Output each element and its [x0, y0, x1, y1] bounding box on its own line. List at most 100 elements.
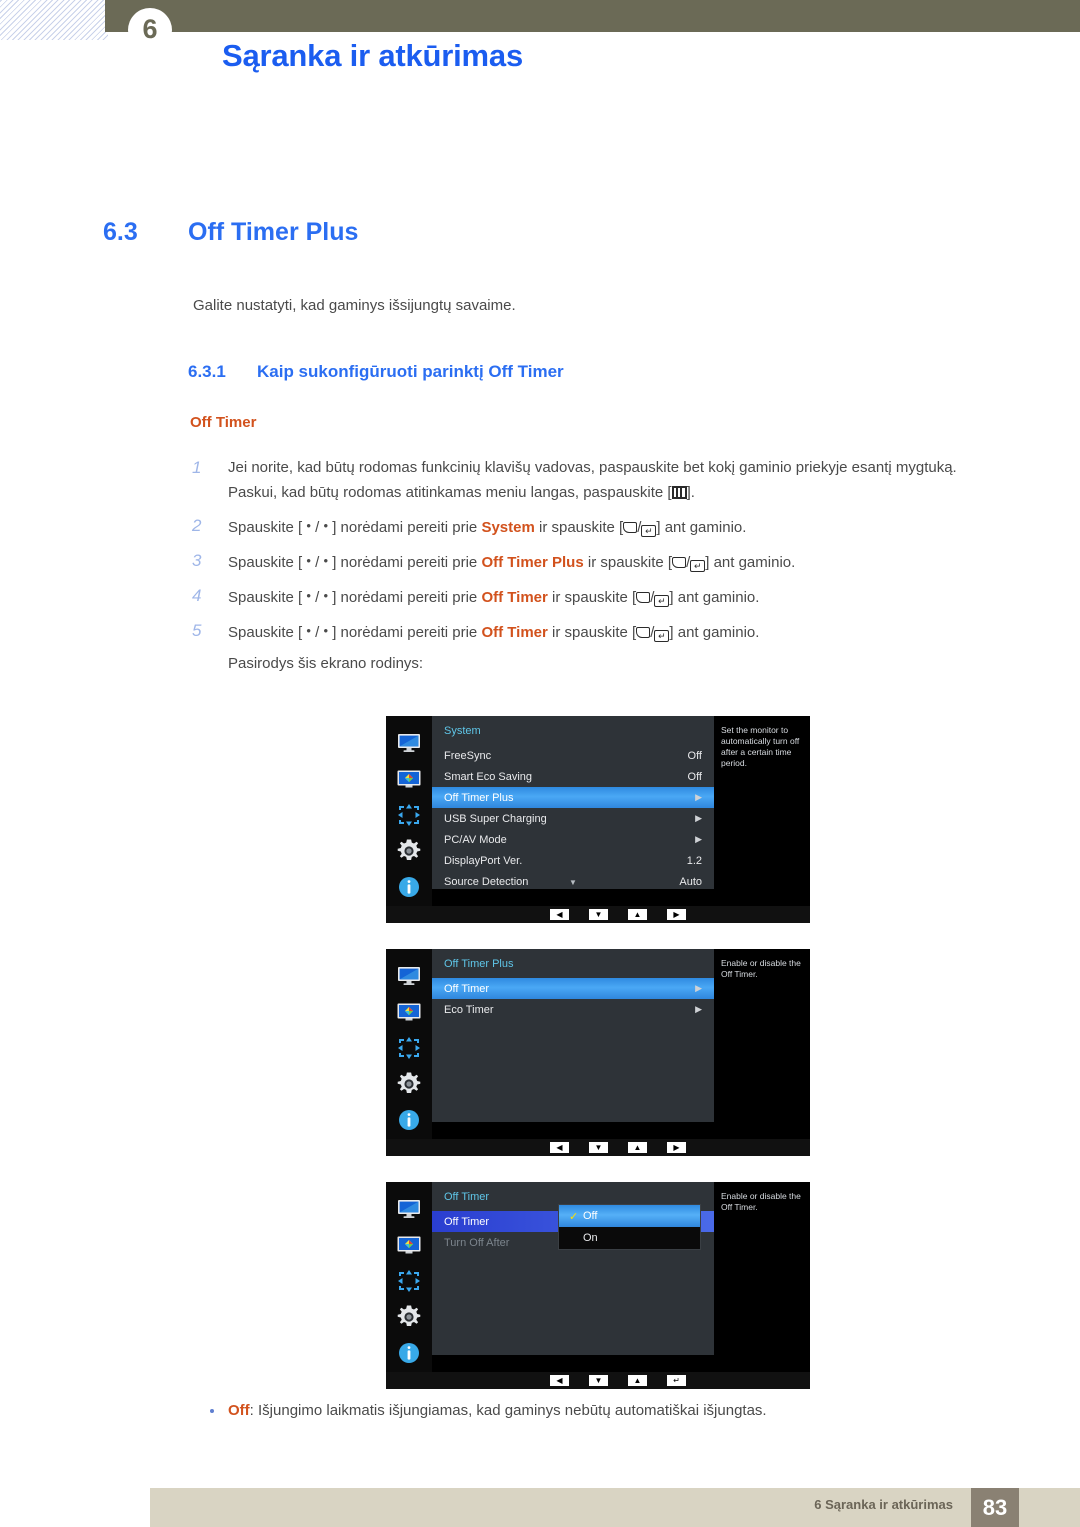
instruction-step: 5 Spauskite [ • / • ] norėdami pereiti pr… [190, 618, 1010, 645]
gear-icon[interactable] [396, 1304, 422, 1330]
osd-icon-rail [386, 716, 432, 906]
gear-icon[interactable] [396, 1071, 422, 1097]
osd-menu-item[interactable]: Eco Timer ▶ [432, 999, 714, 1020]
osd-menu-item[interactable]: Smart Eco Saving Off [432, 766, 714, 787]
enter-key-icon: ↵ [641, 525, 657, 537]
step-number: 1 [192, 458, 202, 477]
right-arrow-button[interactable]: ▶ [667, 909, 686, 920]
chapter-number: 6 [142, 13, 158, 44]
page-header-title: Sąranka ir atkūrimas [222, 38, 524, 73]
move-arrows-icon[interactable] [396, 1268, 422, 1294]
osd-menu-item-label: Off Timer [444, 1215, 490, 1228]
osd-menu-item-value: Off [687, 749, 702, 762]
monitor-icon[interactable] [396, 1196, 422, 1222]
up-arrow-button[interactable]: ▲ [628, 1142, 647, 1153]
picture-icon[interactable] [396, 999, 422, 1025]
menu-key-icon [671, 486, 687, 499]
move-arrows-icon[interactable] [396, 1035, 422, 1061]
osd-menu-item[interactable]: Off Timer ▶ [432, 978, 714, 999]
left-arrow-button[interactable]: ◀ [550, 909, 569, 920]
osd-screenshot-off-timer: Off Timer Off Timer Turn Off After ✓ Off On En… [386, 1182, 810, 1389]
osd-icon-rail [386, 949, 432, 1139]
gear-icon[interactable] [396, 838, 422, 864]
osd-menu-item[interactable]: DisplayPort Ver. 1.2 [432, 850, 714, 871]
info-icon[interactable] [396, 1107, 422, 1133]
back-key-icon [672, 557, 687, 568]
after-steps-text: Pasirodys šis ekrano rodinys: [228, 655, 424, 672]
left-arrow-button[interactable]: ◀ [550, 1375, 569, 1386]
page-number: 83 [982, 1494, 1008, 1520]
osd-menu-item-label: USB Super Charging [444, 812, 547, 825]
step-number: 2 [192, 516, 202, 535]
osd-body: System FreeSync Off Smart Eco Saving Off Off … [386, 716, 810, 906]
osd-button-bar: ◀ ▼ ▲ ▶ [386, 1139, 810, 1156]
picture-icon[interactable] [396, 1232, 422, 1258]
osd-menu-item[interactable]: USB Super Charging ▶ [432, 808, 714, 829]
up-arrow-button[interactable]: ▲ [628, 1375, 647, 1386]
menu-term-highlight: System [481, 519, 535, 536]
chevron-right-icon: ▶ [695, 813, 702, 823]
down-arrow-button[interactable]: ▼ [589, 1142, 608, 1153]
enter-button[interactable]: ↵ [667, 1375, 686, 1386]
down-arrow-button[interactable]: ▼ [589, 1375, 608, 1386]
osd-body: Off Timer Off Timer Turn Off After ✓ Off On En… [386, 1182, 810, 1372]
document-page: 6 Sąranka ir atkūrimas 6.3 Off Timer Plu… [0, 0, 1080, 1527]
down-arrow-button[interactable]: ▼ [589, 909, 608, 920]
osd-menu-item-value: Off [687, 770, 702, 783]
osd-body: Off Timer Plus Off Timer ▶ Eco Timer ▶ Enable… [386, 949, 810, 1139]
instruction-step-list: 1 Jei norite, kad būtų rodomas funkcinių … [190, 455, 1010, 653]
jog-dot-icon: • [306, 553, 311, 568]
up-arrow-button[interactable]: ▲ [628, 909, 647, 920]
osd-menu-item-label: Off Timer [444, 982, 490, 995]
osd-menu-panel: System FreeSync Off Smart Eco Saving Off Off … [432, 716, 714, 889]
step-text: Spauskite [ • / • ] norėdami pereiti pri… [228, 553, 796, 572]
monitor-icon[interactable] [396, 730, 422, 756]
move-arrows-icon[interactable] [396, 802, 422, 828]
osd-option-label: Off [583, 1210, 598, 1222]
instruction-step: 4 Spauskite [ • / • ] norėdami pereiti pr… [190, 583, 1010, 610]
menu-term-highlight: Off Timer [481, 624, 548, 641]
scroll-down-indicator-icon[interactable]: ▼ [569, 878, 577, 887]
left-arrow-button[interactable]: ◀ [550, 1142, 569, 1153]
bullet-marker [210, 1409, 214, 1413]
osd-menu-item[interactable]: Off Timer Plus ▶ [432, 787, 714, 808]
step-text: Spauskite [ • / • ] norėdami pereiti pri… [228, 518, 747, 537]
info-icon[interactable] [396, 1340, 422, 1366]
chevron-right-icon: ▶ [695, 834, 702, 844]
bullet-description: : Išjungimo laikmatis išjungiamas, kad g… [249, 1402, 767, 1419]
step-text: Spauskite [ • / • ] norėdami pereiti pri… [228, 623, 760, 642]
instruction-step: 1 Jei norite, kad būtų rodomas funkcinių … [190, 455, 1010, 505]
osd-menu-item-value: Auto [679, 875, 702, 888]
osd-menu-item-label: Turn Off After [444, 1236, 510, 1249]
step-number: 3 [192, 551, 202, 570]
osd-menu-item[interactable]: FreeSync Off [432, 745, 714, 766]
osd-menu-item-label: Off Timer Plus [444, 791, 514, 804]
info-icon[interactable] [396, 874, 422, 900]
jog-dot-icon: • [323, 623, 329, 638]
back-key-icon [623, 522, 638, 533]
jog-dot-icon: • [323, 553, 329, 568]
enter-key-icon: ↵ [690, 560, 706, 572]
jog-dot-icon: • [323, 518, 329, 533]
osd-menu-item-label: Smart Eco Saving [444, 770, 533, 783]
right-arrow-button[interactable]: ▶ [667, 1142, 686, 1153]
osd-menu-item-value: 1.2 [686, 854, 702, 867]
footer-chapter-text: 6 Sąranka ir atkūrimas [814, 1497, 953, 1512]
picture-icon[interactable] [396, 766, 422, 792]
jog-dot-icon: • [306, 588, 311, 603]
osd-button-bar: ◀ ▼ ▲ ▶ [386, 906, 810, 923]
osd-option-item[interactable]: On [559, 1227, 700, 1249]
osd-button-bar: ◀ ▼ ▲ ↵ [386, 1372, 810, 1389]
osd-option-label: On [583, 1232, 598, 1244]
jog-dot-icon: • [306, 623, 311, 638]
back-key-icon [636, 627, 651, 638]
monitor-icon[interactable] [396, 963, 422, 989]
osd-menu-item[interactable]: PC/AV Mode ▶ [432, 829, 714, 850]
osd-menu-item-label: DisplayPort Ver. [444, 854, 523, 867]
osd-option-item[interactable]: ✓ Off [559, 1205, 700, 1227]
osd-help-text: Enable or disable the Off Timer. [714, 1182, 810, 1372]
osd-screenshot-system: System FreeSync Off Smart Eco Saving Off Off … [386, 716, 810, 923]
osd-help-text: Set the monitor to automatically turn of… [714, 716, 810, 906]
osd-menu-item-label: Eco Timer [444, 1003, 494, 1016]
osd-menu-panel: Off Timer Off Timer Turn Off After ✓ Off On [432, 1182, 714, 1355]
